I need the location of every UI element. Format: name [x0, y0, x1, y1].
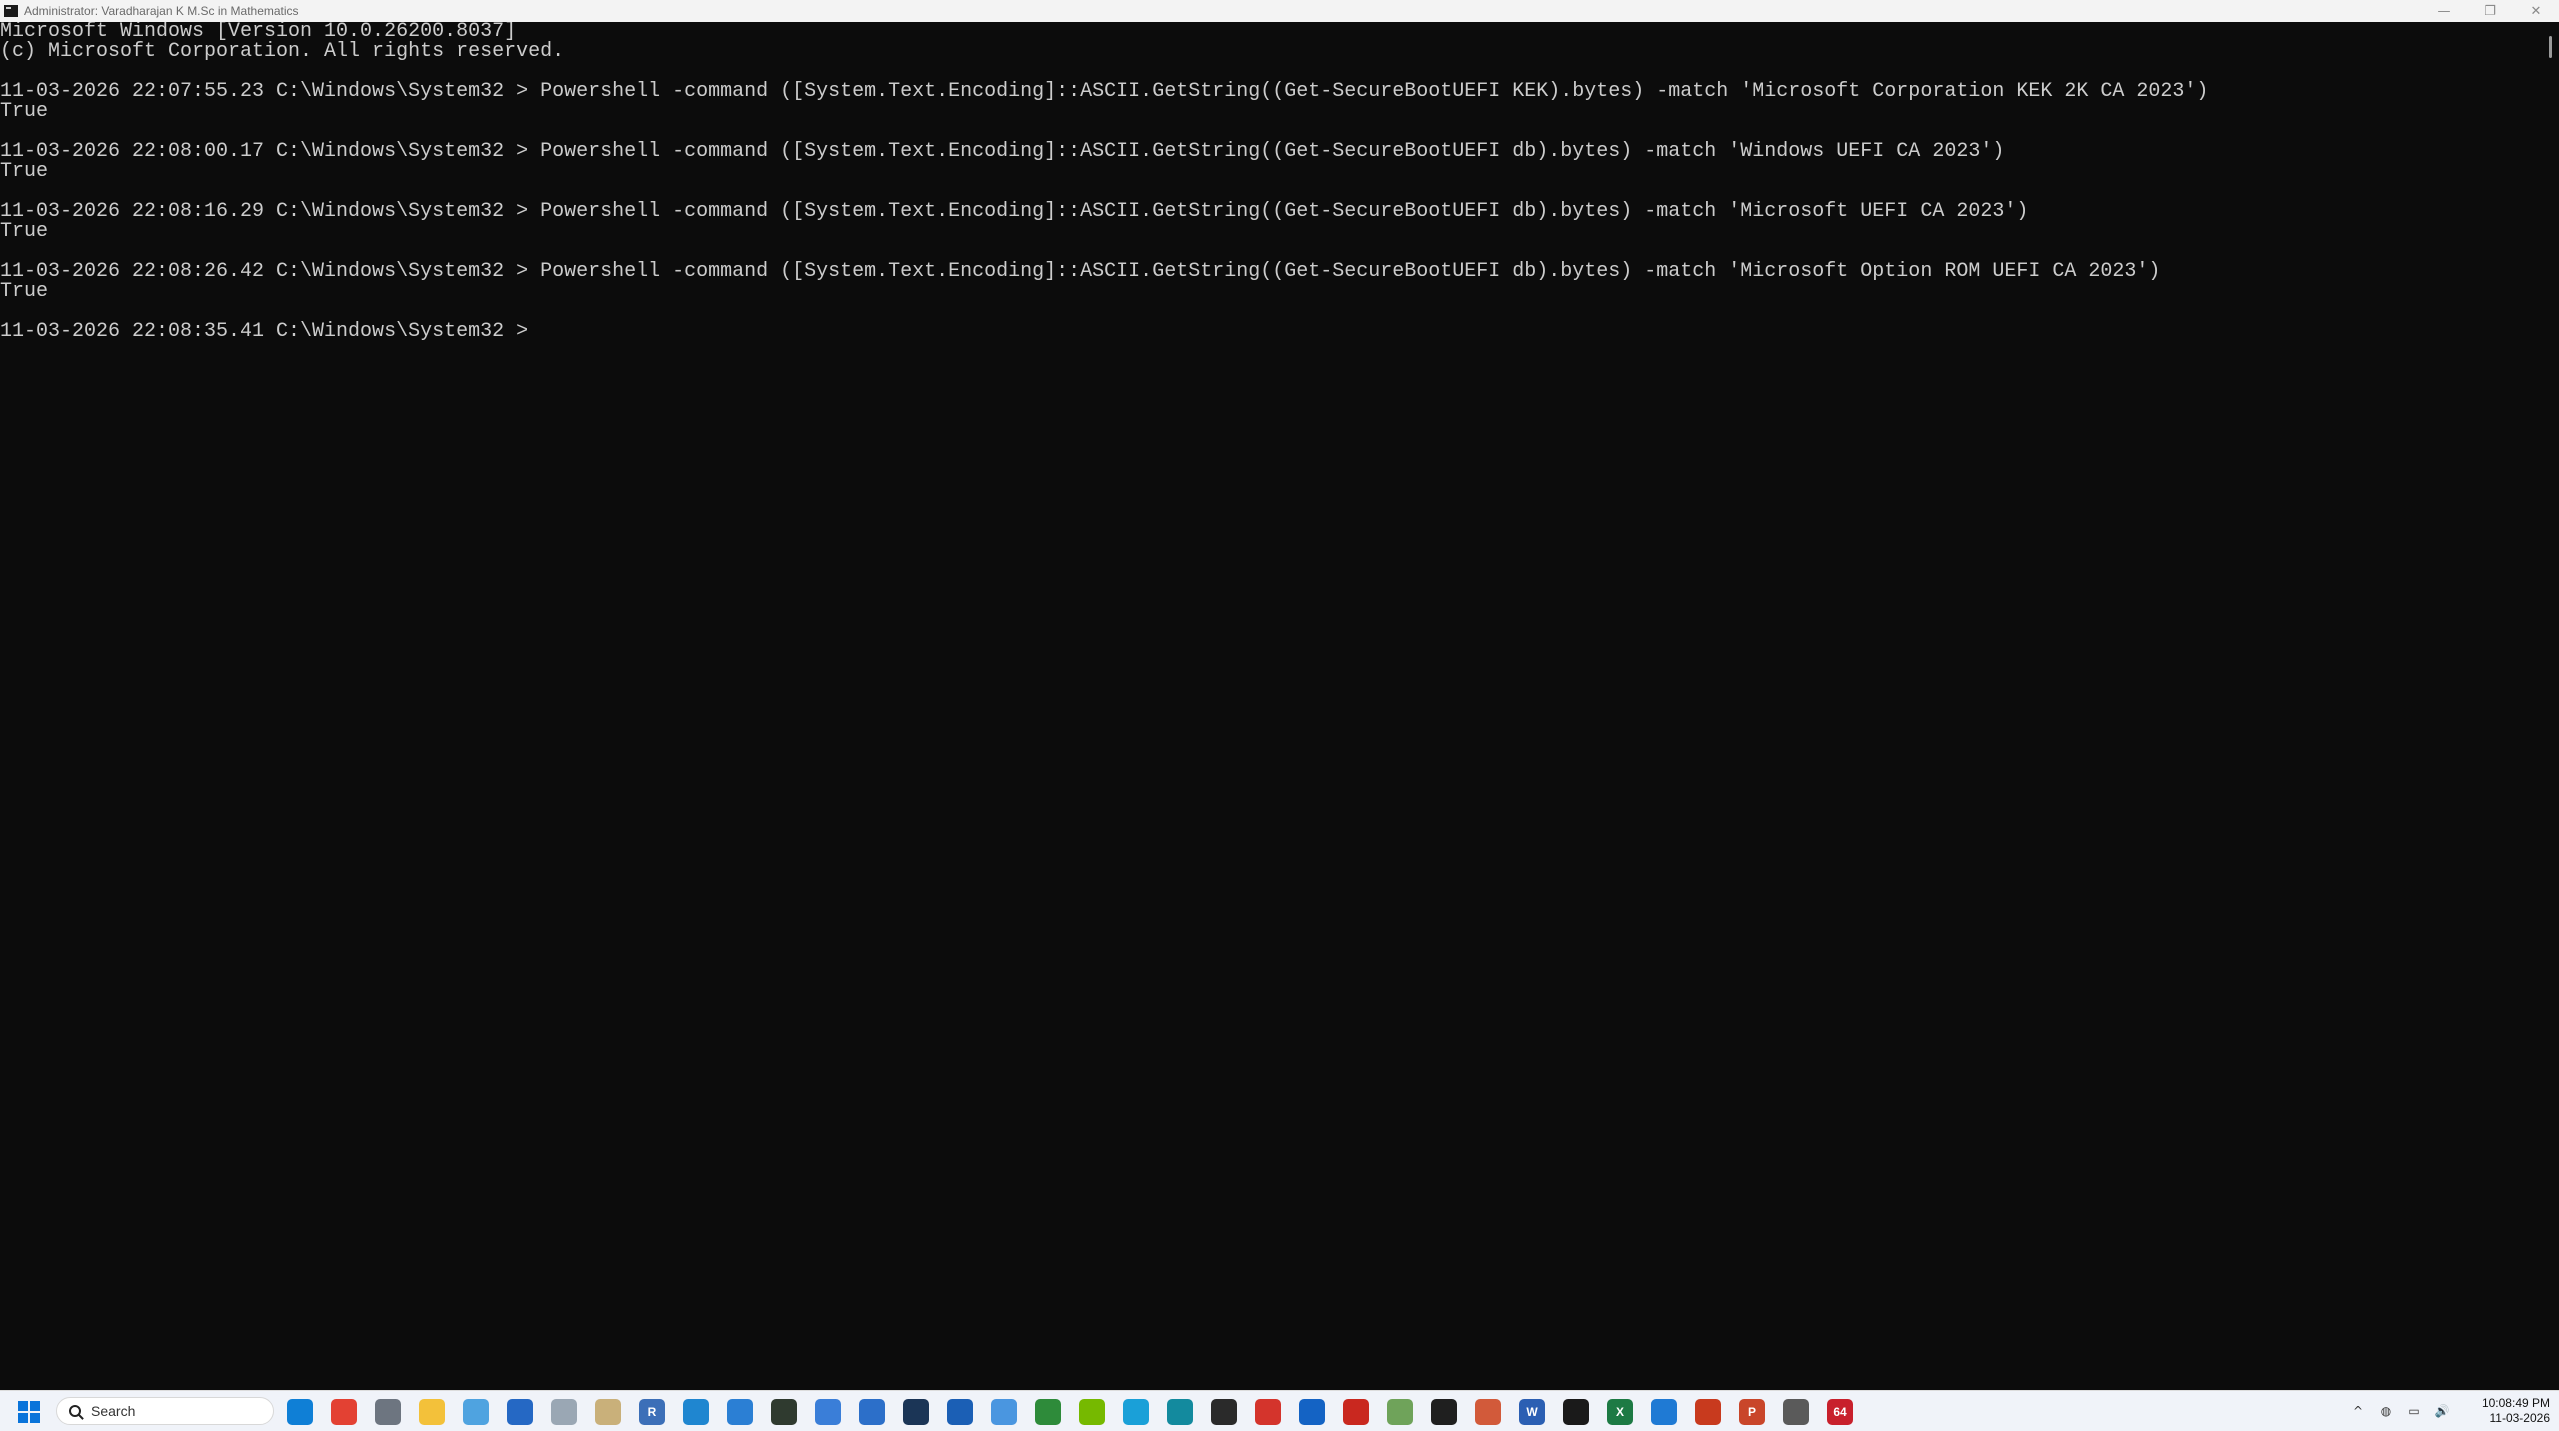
taskbar-search[interactable]: Search — [56, 1397, 274, 1425]
restore-button[interactable]: ❐ — [2467, 0, 2513, 22]
network-icon[interactable] — [551, 1399, 577, 1425]
nvidia-icon[interactable] — [1079, 1399, 1105, 1425]
plex-icon[interactable] — [1431, 1399, 1457, 1425]
windows-logo-pane — [30, 1401, 40, 1411]
taskbar: Search R W X P 64 ^ ◍ ▭ 🔊 10:08:49 PM 11-03-… — [0, 1390, 2559, 1431]
show-hidden-icons-icon[interactable]: ^ — [2350, 1403, 2366, 1419]
windows-logo-pane — [18, 1401, 28, 1411]
windows-logo-pane — [30, 1413, 40, 1423]
close-button[interactable]: ✕ — [2513, 0, 2559, 22]
clock-app-icon[interactable] — [595, 1399, 621, 1425]
fire-app-icon[interactable] — [1695, 1399, 1721, 1425]
console-text: Microsoft Windows [Version 10.0.26200.80… — [0, 22, 2209, 343]
game-controller-icon[interactable] — [1387, 1399, 1413, 1425]
search-placeholder: Search — [91, 1403, 136, 1419]
excel-icon[interactable]: X — [1607, 1399, 1633, 1425]
window-title: Administrator: Varadharajan K M.Sc in Ma… — [24, 4, 299, 18]
copilot-icon[interactable] — [1123, 1399, 1149, 1425]
hp-app-icon[interactable] — [947, 1399, 973, 1425]
taskbar-clock[interactable]: 10:08:49 PM 11-03-2026 — [2450, 1396, 2550, 1426]
window-controls: — ❐ ✕ — [2421, 0, 2559, 22]
edge-icon[interactable] — [287, 1399, 313, 1425]
start-button[interactable] — [18, 1401, 40, 1423]
cpu-monitor-icon[interactable] — [1783, 1399, 1809, 1425]
volume-icon[interactable]: 🔊 — [2434, 1403, 2450, 1419]
scrollbar-thumb[interactable] — [2549, 36, 2552, 58]
pinned-apps: R W X P 64 — [287, 1399, 1871, 1425]
remote-desktop-icon[interactable] — [859, 1399, 885, 1425]
powerpoint-icon[interactable]: P — [1739, 1399, 1765, 1425]
scrollbar[interactable] — [2545, 22, 2559, 1390]
windows-logo-pane — [18, 1413, 28, 1423]
r-app-icon[interactable]: R — [639, 1399, 665, 1425]
cmd-icon[interactable] — [1563, 1399, 1589, 1425]
maps-pin-icon[interactable] — [1255, 1399, 1281, 1425]
cmd-window-icon — [4, 5, 18, 17]
system-tray: ^ ◍ ▭ 🔊 — [2350, 1403, 2462, 1419]
word-icon[interactable]: W — [1519, 1399, 1545, 1425]
minimize-button[interactable]: — — [2421, 0, 2467, 22]
defender-icon[interactable] — [1651, 1399, 1677, 1425]
search-icon — [69, 1405, 81, 1417]
teams-icon[interactable] — [727, 1399, 753, 1425]
console-output[interactable]: Microsoft Windows [Version 10.0.26200.80… — [0, 22, 2545, 1390]
sync-icon[interactable] — [1475, 1399, 1501, 1425]
photos-icon[interactable] — [683, 1399, 709, 1425]
flash-icon[interactable] — [1343, 1399, 1369, 1425]
app-64-icon[interactable]: 64 — [1827, 1399, 1853, 1425]
settings-icon[interactable] — [375, 1399, 401, 1425]
clapper-icon[interactable] — [1211, 1399, 1237, 1425]
store-icon[interactable] — [507, 1399, 533, 1425]
clock-date: 11-03-2026 — [2489, 1411, 2551, 1425]
title-bar[interactable]: Administrator: Varadharajan K M.Sc in Ma… — [0, 0, 2559, 22]
steam-icon[interactable] — [903, 1399, 929, 1425]
display-icon[interactable]: ▭ — [2406, 1403, 2422, 1419]
xbox-icon[interactable] — [1035, 1399, 1061, 1425]
chrome-icon[interactable] — [331, 1399, 357, 1425]
file-explorer-icon[interactable] — [419, 1399, 445, 1425]
snipping-tool-icon[interactable] — [991, 1399, 1017, 1425]
mail-icon[interactable] — [463, 1399, 489, 1425]
terminal-icon[interactable] — [771, 1399, 797, 1425]
outlook-icon[interactable] — [1299, 1399, 1325, 1425]
network-icon[interactable]: ◍ — [2378, 1403, 2394, 1419]
notepad-icon[interactable] — [815, 1399, 841, 1425]
hexagon-app-icon[interactable] — [1167, 1399, 1193, 1425]
clock-time: 10:08:49 PM — [2481, 1396, 2550, 1410]
